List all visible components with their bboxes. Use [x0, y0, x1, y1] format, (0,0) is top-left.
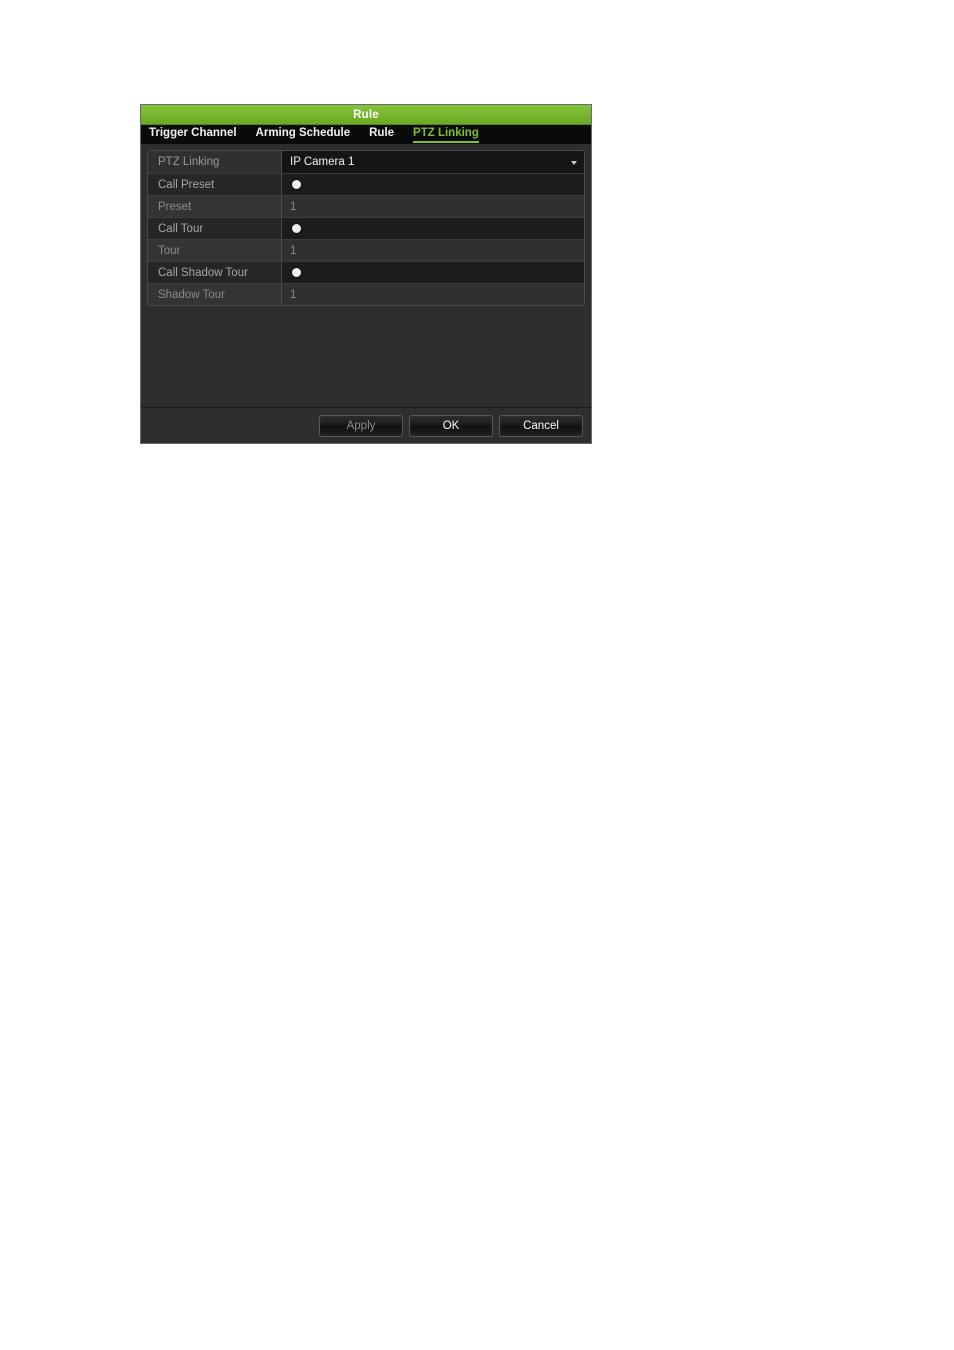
row-call-shadow-tour: Call Shadow Tour	[148, 262, 584, 284]
dialog-title: Rule	[353, 108, 379, 121]
label-call-preset: Call Preset	[148, 174, 282, 195]
row-shadow-tour: Shadow Tour 1	[148, 284, 584, 305]
settings-rows: PTZ Linking IP Camera 1 Call Preset Pres…	[147, 150, 585, 306]
call-preset-value	[282, 174, 584, 195]
call-tour-radio[interactable]	[292, 224, 301, 233]
shadow-tour-input[interactable]: 1	[282, 284, 584, 305]
tab-trigger-channel[interactable]: Trigger Channel	[149, 127, 237, 143]
chevron-down-icon	[571, 161, 577, 165]
tour-input[interactable]: 1	[282, 240, 584, 261]
tab-ptz-linking[interactable]: PTZ Linking	[413, 127, 479, 143]
dialog-body: PTZ Linking IP Camera 1 Call Preset Pres…	[141, 144, 591, 407]
tab-bar: Trigger Channel Arming Schedule Rule PTZ…	[141, 125, 591, 144]
label-call-shadow-tour: Call Shadow Tour	[148, 262, 282, 283]
label-call-tour: Call Tour	[148, 218, 282, 239]
tab-rule[interactable]: Rule	[369, 127, 394, 143]
row-tour: Tour 1	[148, 240, 584, 262]
tab-arming-schedule[interactable]: Arming Schedule	[256, 127, 351, 143]
row-ptz-linking: PTZ Linking IP Camera 1	[148, 151, 584, 174]
dialog-footer: Apply OK Cancel	[141, 407, 591, 443]
label-tour: Tour	[148, 240, 282, 261]
call-shadow-tour-radio[interactable]	[292, 268, 301, 277]
call-preset-radio[interactable]	[292, 180, 301, 189]
call-shadow-tour-value	[282, 262, 584, 283]
cancel-button[interactable]: Cancel	[499, 414, 583, 437]
label-preset: Preset	[148, 196, 282, 217]
ptz-linking-select[interactable]: IP Camera 1	[282, 151, 584, 173]
label-shadow-tour: Shadow Tour	[148, 284, 282, 305]
ptz-linking-select-value: IP Camera 1	[290, 156, 355, 168]
ok-button[interactable]: OK	[409, 414, 493, 437]
rule-dialog: Rule Trigger Channel Arming Schedule Rul…	[140, 104, 592, 444]
apply-button[interactable]: Apply	[319, 414, 403, 437]
row-call-preset: Call Preset	[148, 174, 584, 196]
label-ptz-linking: PTZ Linking	[148, 151, 282, 173]
preset-input[interactable]: 1	[282, 196, 584, 217]
dialog-titlebar: Rule	[141, 105, 591, 125]
call-tour-value	[282, 218, 584, 239]
row-call-tour: Call Tour	[148, 218, 584, 240]
row-preset: Preset 1	[148, 196, 584, 218]
